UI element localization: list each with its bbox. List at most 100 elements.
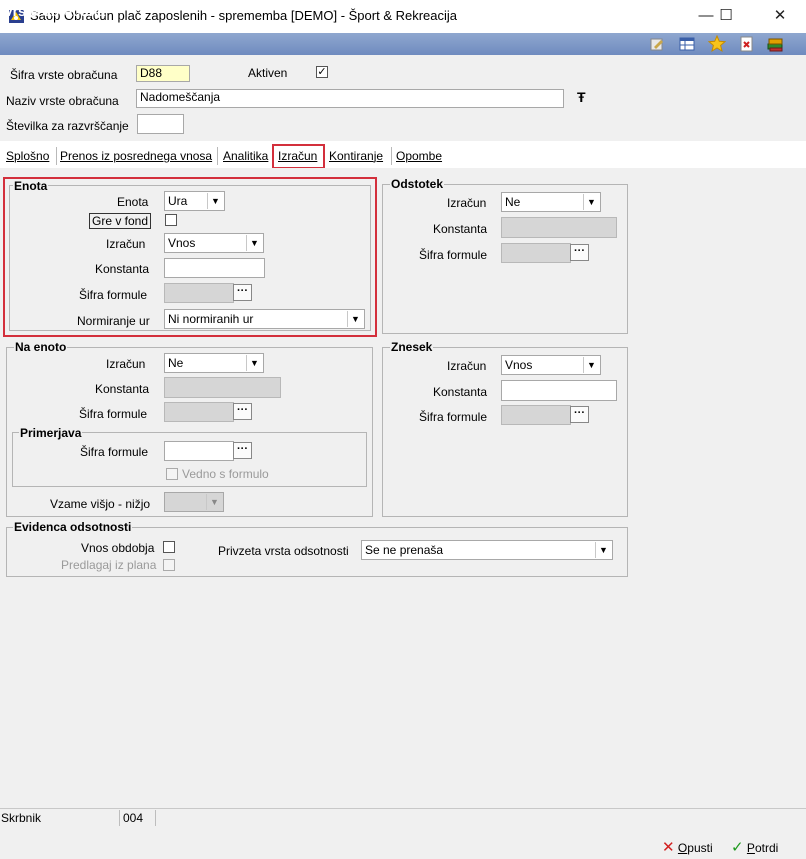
aktiven-checkbox[interactable]: ✓ [316,66,328,78]
znesek-izracun-label: Izračun [447,359,487,373]
tab-separator [217,147,218,165]
tab-separator [56,147,57,165]
odstotek-izracun-select[interactable]: Ne ▼ [501,192,601,212]
vnos-obdobja-checkbox[interactable] [163,541,175,553]
books-icon[interactable] [766,35,784,53]
status-code: 004 [123,811,144,825]
font-tool-icon[interactable]: Ŧ [577,89,586,105]
znesek-sifra-formule-label: Šifra formule [419,410,488,424]
enota-enota-label: Enota [117,195,149,209]
privzeta-value: Se ne prenaša [365,543,444,557]
chevron-down-icon[interactable]: ▼ [595,542,611,558]
enota-sifra-formule-lookup-button[interactable]: ··· [233,284,252,301]
sifra-input[interactable]: D88 [136,65,190,82]
aktiven-label: Aktiven [248,66,288,80]
chevron-down-icon[interactable]: ▼ [583,194,599,210]
odstotek-izracun-value: Ne [505,195,521,209]
primerjava-sifra-formule-input[interactable] [164,441,234,461]
enota-izracun-value: Vnos [168,236,196,250]
tab-izracun[interactable]: Izračun [278,149,317,163]
privzeta-select[interactable]: Se ne prenaša ▼ [361,540,613,560]
na-enoto-sifra-formule-input [164,402,234,422]
tab-splosno[interactable]: Splošno [6,149,49,163]
maximize-button[interactable]: ☐ [706,5,746,27]
privzeta-label: Privzeta vrsta odsotnosti [218,544,349,558]
stevilka-label: Številka za razvrščanje [6,119,129,133]
opusti-hotkey: O [677,841,688,855]
tab-analitika[interactable]: Analitika [223,149,268,163]
na-enoto-sifra-formule-lookup-button[interactable]: ··· [233,403,252,420]
na-enoto-izracun-label: Izračun [106,357,146,371]
chevron-down-icon: ▼ [206,494,222,510]
enota-izracun-select[interactable]: Vnos ▼ [164,233,264,253]
naziv-input[interactable]: Nadomeščanja [136,89,564,108]
chevron-down-icon[interactable]: ▼ [207,193,223,209]
potrdi-button[interactable]: ✓ Potrdi [731,838,778,856]
predlagaj-checkbox [163,559,175,571]
status-skrbnik: Skrbnik [1,811,42,825]
edit-icon[interactable] [648,35,666,53]
znesek-izracun-select[interactable]: Vnos ▼ [501,355,601,375]
vzame-select: ▼ [164,492,224,512]
chevron-down-icon[interactable]: ▼ [246,235,262,251]
odstotek-sifra-formule-lookup-button[interactable]: ··· [570,244,589,261]
chevron-down-icon[interactable]: ▼ [246,355,262,371]
opusti-button[interactable]: ✕ Opusti [662,838,713,856]
na-enoto-sifra-formule-label: Šifra formule [79,407,148,421]
enota-konstanta-input[interactable] [164,258,265,278]
stevilka-input[interactable] [137,114,184,134]
na-enoto-izracun-value: Ne [168,356,184,370]
potrdi-label: otrdi [754,841,779,855]
evidenca-title: Evidenca odsotnosti [13,520,133,534]
odstotek-konstanta-label: Konstanta [433,222,488,236]
gre-v-fond-checkbox[interactable] [165,214,177,226]
na-enoto-konstanta-label: Konstanta [95,382,150,396]
enota-sifra-formule-input [164,283,234,303]
znesek-sifra-formule-input [501,405,571,425]
enota-sifra-formule-label: Šifra formule [79,288,148,302]
odstotek-sifra-formule-input [501,243,571,263]
odstotek-sifra-formule-label: Šifra formule [419,248,488,262]
na-enoto-izracun-select[interactable]: Ne ▼ [164,353,264,373]
status-bar [0,808,806,828]
status-separator [155,810,156,826]
tab-kontiranje[interactable]: Kontiranje [329,149,383,163]
odstotek-izracun-label: Izračun [447,196,487,210]
znesek-konstanta-label: Konstanta [433,385,488,399]
vzame-label: Vzame višjo - nižjo [50,497,151,511]
tab-prenos[interactable]: Prenos iz posrednega vnosa [60,149,212,163]
tab-opombe[interactable]: Opombe [396,149,442,163]
enota-enota-value: Ura [168,194,188,208]
na-enoto-title: Na enoto [14,340,68,354]
enota-enota-select[interactable]: Ura ▼ [164,191,225,211]
table-icon[interactable] [678,35,696,53]
sifra-label: Šifra vrste obračuna [10,68,118,82]
confirm-icon: ✓ [731,839,744,856]
normiranje-label: Normiranje ur [77,314,150,328]
vedno-s-formulo-checkbox [166,468,178,480]
znesek-title: Znesek [390,340,434,354]
delete-document-icon[interactable] [738,35,756,53]
module-title: Vrste obračuna [4,3,106,19]
primerjava-sifra-formule-lookup-button[interactable]: ··· [233,442,252,459]
status-separator [119,810,120,826]
normiranje-select[interactable]: Ni normiranih ur ▼ [164,309,365,329]
vnos-obdobja-label: Vnos obdobja [81,541,155,555]
primerjava-title: Primerjava [19,426,83,440]
enota-izracun-label: Izračun [106,237,146,251]
naziv-label: Naziv vrste obračuna [6,94,119,108]
gre-v-fond-label: Gre v fond [89,213,152,229]
vedno-s-formulo-label: Vedno s formulo [182,467,269,481]
close-button[interactable]: ✕ [760,5,800,27]
predlagaj-label: Predlagaj iz plana [61,558,157,572]
star-icon[interactable] [708,35,726,53]
znesek-sifra-formule-lookup-button[interactable]: ··· [570,406,589,423]
chevron-down-icon[interactable]: ▼ [347,311,363,327]
normiranje-value: Ni normiranih ur [168,312,254,326]
odstotek-konstanta-input [501,217,617,238]
enota-title: Enota [13,179,49,193]
chevron-down-icon[interactable]: ▼ [583,357,599,373]
znesek-konstanta-input[interactable] [501,380,617,401]
primerjava-sifra-formule-label: Šifra formule [80,445,149,459]
cancel-icon: ✕ [662,839,675,856]
